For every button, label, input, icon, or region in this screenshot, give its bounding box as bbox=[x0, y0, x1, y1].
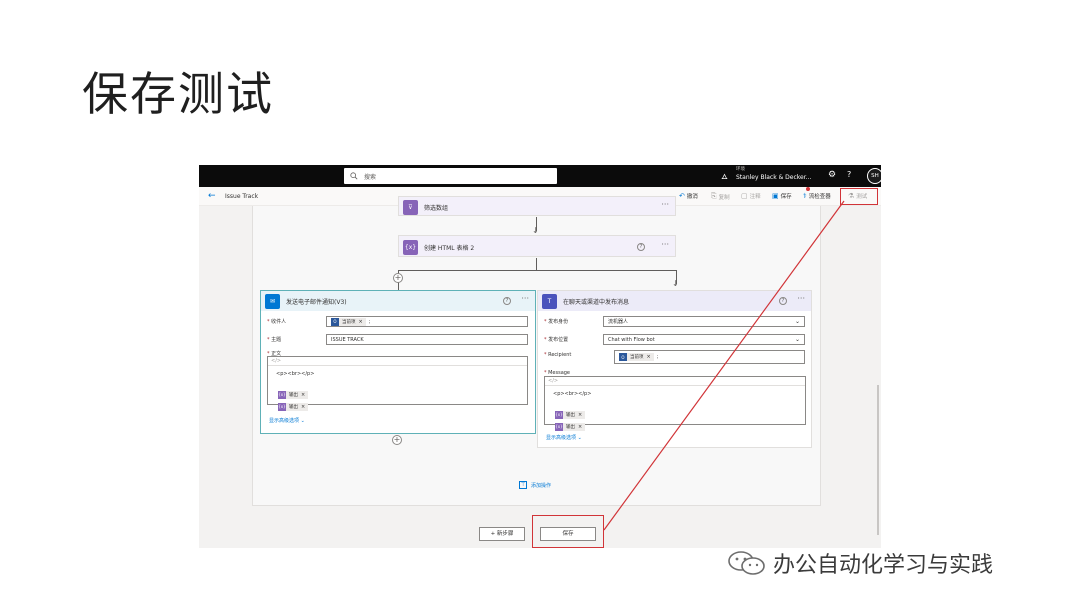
annotation-line bbox=[603, 200, 845, 531]
wechat-icon bbox=[728, 551, 765, 575]
slide-title: 保存测试 bbox=[82, 67, 274, 121]
watermark-text: 办公自动化学习与实践 bbox=[773, 553, 994, 578]
wechat-watermark: 办公自动化学习与实践 bbox=[727, 547, 993, 579]
app-screenshot: 搜索 环境 Stanley Black & Decker... ⚙ ? SH ←… bbox=[199, 165, 881, 548]
